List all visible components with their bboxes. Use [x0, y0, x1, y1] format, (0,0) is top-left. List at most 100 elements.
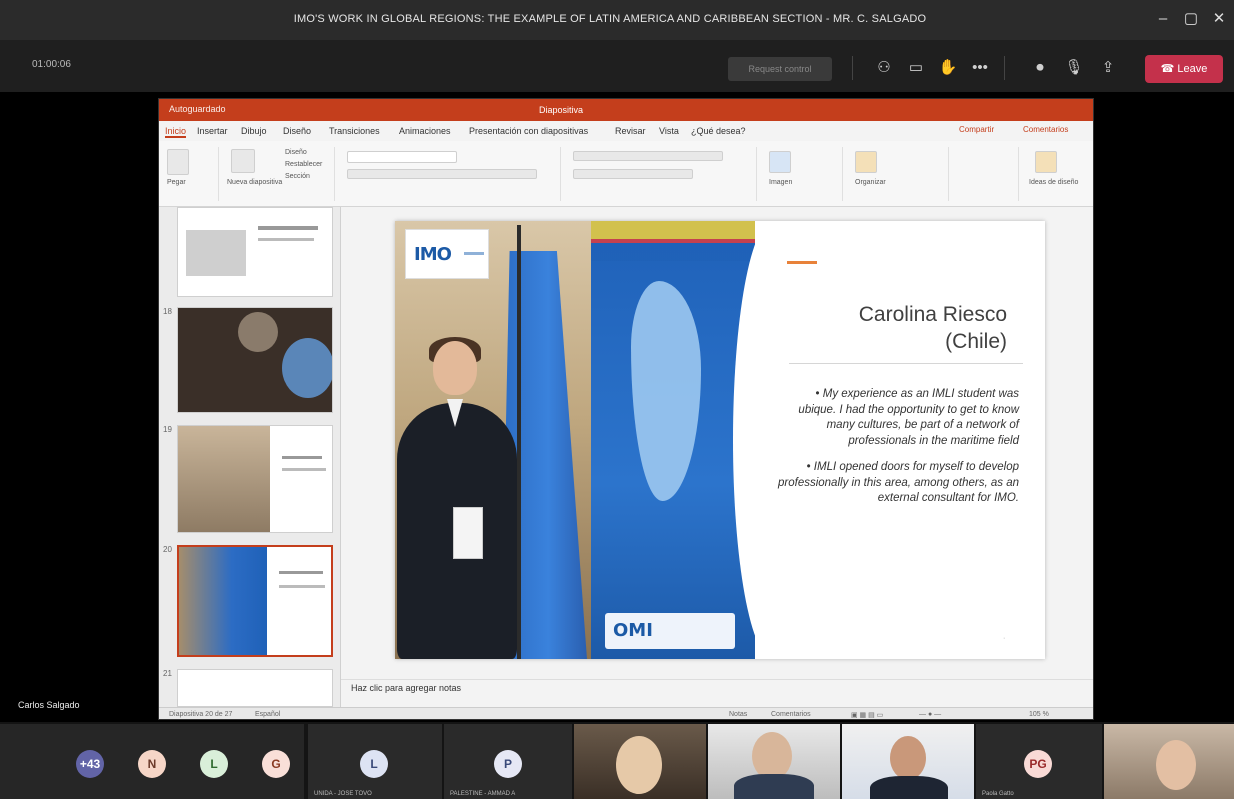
- paragraph-group: [567, 147, 757, 201]
- tab-inicio[interactable]: Inicio: [165, 126, 187, 138]
- participant-tile[interactable]: PG Paola Gatto: [976, 724, 1102, 799]
- image-icon[interactable]: [769, 151, 791, 173]
- new-slide-label: Nueva diapositiva: [227, 179, 283, 186]
- slide-thumbnail[interactable]: [177, 207, 333, 297]
- minimize-icon[interactable]: –: [1150, 8, 1176, 30]
- font-group: [341, 147, 561, 201]
- teams-meeting-window: IMO'S WORK IN GLOBAL REGIONS: THE EXAMPL…: [0, 0, 1234, 799]
- banner-image: OMI: [591, 221, 755, 659]
- presenter-name: Carlos Salgado: [18, 700, 80, 710]
- comments-toggle[interactable]: Comentarios: [771, 711, 811, 718]
- thumbnail-number: 18: [163, 307, 172, 316]
- thumbnail-number: 21: [163, 669, 172, 678]
- slide-thumbnails-pane: 18 19 20 21: [159, 207, 341, 707]
- current-slide[interactable]: OMI IMO Carolina Riesco (Chile) My exper…: [395, 221, 1045, 659]
- tab-vista[interactable]: Vista: [659, 126, 679, 136]
- close-icon[interactable]: ✕: [1206, 8, 1232, 30]
- bullet-item: IMLI opened doors for myself to develop …: [775, 460, 1019, 507]
- latin-america-map: [631, 281, 701, 501]
- slides-group: Nueva diapositiva Diseño Restablecer Sec…: [225, 147, 335, 201]
- participant-name: Paola Gatto: [982, 791, 1014, 797]
- tell-me-search[interactable]: ¿Qué desea?: [691, 126, 746, 136]
- more-actions-icon[interactable]: •••: [968, 56, 992, 80]
- request-control-button[interactable]: Request control: [728, 57, 832, 81]
- comments-button[interactable]: Comentarios: [1023, 125, 1068, 134]
- tab-dibujo[interactable]: Dibujo: [241, 126, 267, 136]
- overflow-participants-count[interactable]: +43: [76, 750, 104, 778]
- font-family-select[interactable]: [347, 151, 457, 163]
- participant-avatar[interactable]: G: [262, 750, 290, 778]
- font-format-buttons[interactable]: [347, 169, 537, 179]
- tab-revisar[interactable]: Revisar: [615, 126, 646, 136]
- leave-label: Leave: [1177, 63, 1208, 75]
- designer-label: Ideas de diseño: [1029, 179, 1079, 186]
- imo-logo: IMO: [405, 229, 489, 279]
- slide-thumbnail[interactable]: [177, 669, 333, 707]
- toolbar-divider: [1004, 56, 1005, 80]
- participant-avatar: L: [360, 750, 388, 778]
- tab-diseno[interactable]: Diseño: [283, 126, 311, 136]
- participant-avatar: P: [494, 750, 522, 778]
- paste-label: Pegar: [167, 179, 186, 186]
- status-bar: Diapositiva 20 de 27 Español Notas Comen…: [159, 707, 1093, 719]
- clipboard-group: Pegar: [163, 147, 219, 201]
- toolbar-divider: [852, 56, 853, 80]
- notes-toggle[interactable]: Notas: [729, 711, 747, 718]
- view-buttons[interactable]: ▣ ▦ ▤ ▭: [851, 711, 883, 719]
- alignment-buttons[interactable]: [573, 169, 693, 179]
- language-indicator[interactable]: Español: [255, 711, 280, 718]
- participant-video[interactable]: [1104, 724, 1234, 799]
- layout-button[interactable]: Diseño: [285, 149, 307, 156]
- maximize-icon[interactable]: ▢: [1178, 8, 1204, 30]
- tab-presentacion[interactable]: Presentación con diapositivas: [469, 126, 588, 136]
- participant-tile[interactable]: P PALESTINE - AMMAD A: [444, 724, 572, 799]
- participant-video[interactable]: [842, 724, 974, 799]
- camera-off-icon[interactable]: ⏺: [1028, 56, 1052, 80]
- raise-hand-icon[interactable]: ✋: [936, 56, 960, 80]
- imo-logo-text: IMO: [414, 244, 452, 265]
- tab-insertar[interactable]: Insertar: [197, 126, 228, 136]
- new-slide-icon[interactable]: [231, 149, 255, 173]
- paste-icon[interactable]: [167, 149, 189, 175]
- designer-icon[interactable]: [1035, 151, 1057, 173]
- window-title: IMO'S WORK IN GLOBAL REGIONS: THE EXAMPL…: [293, 13, 927, 25]
- zoom-slider[interactable]: — ● —: [919, 711, 941, 718]
- participant-avatar[interactable]: L: [200, 750, 228, 778]
- slide-thumbnail[interactable]: [177, 307, 333, 413]
- participant-video[interactable]: [708, 724, 840, 799]
- share-button[interactable]: Compartir: [959, 125, 994, 134]
- slide-thumbnail[interactable]: [177, 425, 333, 533]
- slide-title: Carolina Riesco (Chile): [858, 303, 1007, 353]
- ribbon-tabs: Inicio Insertar Dibujo Diseño Transicion…: [159, 121, 1093, 141]
- leave-button[interactable]: ☎ Leave: [1145, 55, 1223, 83]
- organize-icon[interactable]: [855, 151, 877, 173]
- reset-button[interactable]: Restablecer: [285, 161, 322, 168]
- participant-strip: +43 N L G L UNIDA - JOSE TOVO P PALESTIN…: [0, 722, 1234, 799]
- thumbnail-number: 20: [163, 545, 172, 554]
- omi-logo-text: OMI: [613, 620, 653, 641]
- zoom-level[interactable]: 105 %: [1029, 711, 1049, 718]
- accent-bar: [787, 261, 817, 264]
- participant-tile[interactable]: L UNIDA - JOSE TOVO: [308, 724, 442, 799]
- omi-logo: OMI: [605, 613, 735, 649]
- arrange-group: Organizar: [849, 147, 949, 201]
- tab-transiciones[interactable]: Transiciones: [329, 126, 380, 136]
- tab-animaciones[interactable]: Animaciones: [399, 126, 451, 136]
- drawing-group: Imagen: [763, 147, 843, 201]
- share-screen-icon[interactable]: ⇪: [1096, 56, 1120, 80]
- colombia-flag-stripe: [591, 221, 755, 261]
- section-button[interactable]: Sección: [285, 173, 310, 180]
- slide-bullets: My experience as an IMLI student was ubi…: [775, 387, 1019, 518]
- paragraph-buttons[interactable]: [573, 151, 723, 161]
- participant-name: UNIDA - JOSE TOVO: [314, 791, 372, 797]
- name-badge: [453, 507, 483, 559]
- participants-icon[interactable]: ⚇: [872, 56, 896, 80]
- ribbon: Pegar Nueva diapositiva Diseño Restablec…: [159, 141, 1093, 207]
- slide-thumbnail-selected[interactable]: [177, 545, 333, 657]
- chat-icon[interactable]: ▭: [904, 56, 928, 80]
- mic-off-icon[interactable]: 🎙: [1062, 56, 1086, 80]
- participant-video[interactable]: [574, 724, 706, 799]
- notes-pane[interactable]: Haz clic para agregar notas: [341, 679, 1093, 697]
- title-divider: [789, 363, 1023, 364]
- participant-avatar[interactable]: N: [138, 750, 166, 778]
